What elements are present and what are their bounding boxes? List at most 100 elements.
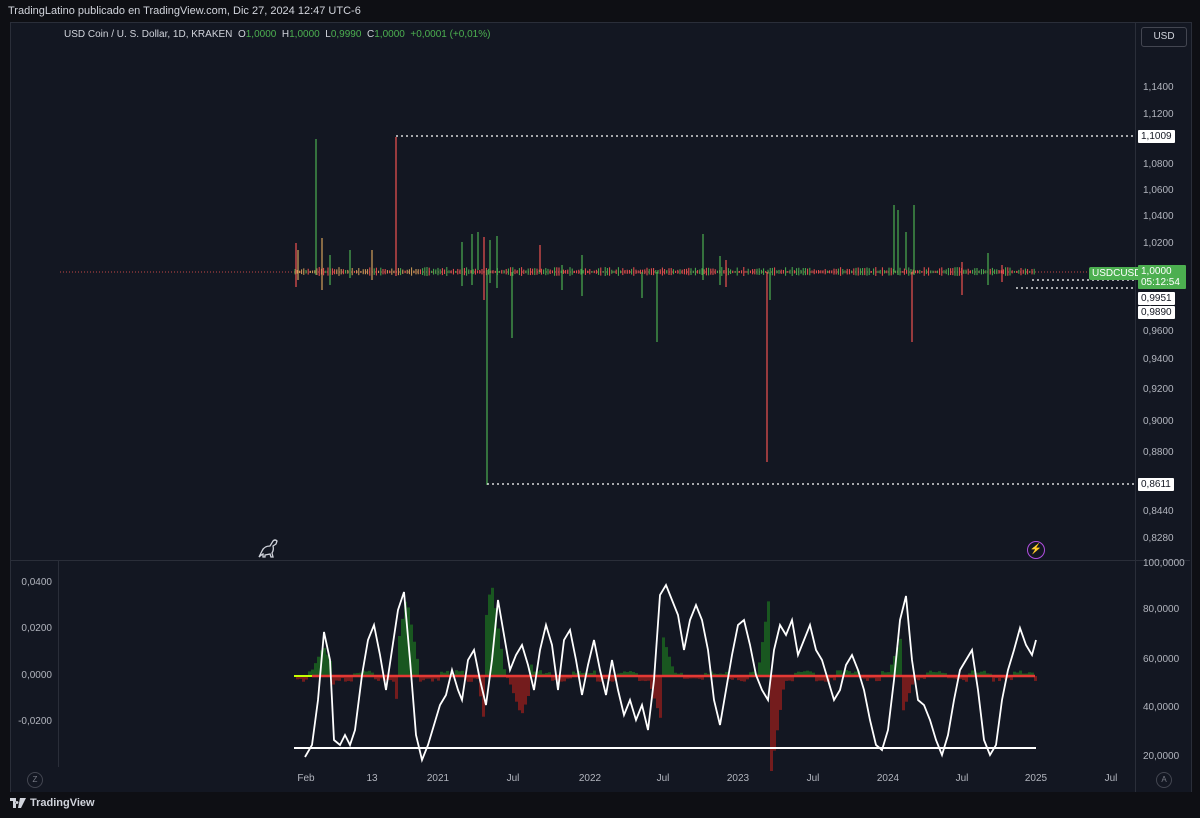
price-tick-label: 1,0600	[1143, 185, 1174, 196]
high-price-label: 1,1009	[1138, 130, 1175, 143]
current-price-value: 1,0000	[1141, 266, 1172, 277]
indicator-histogram-bar	[524, 676, 527, 705]
indicator-histogram-bar	[512, 676, 515, 694]
indicator-histogram-bar	[527, 676, 530, 696]
footer-bar	[0, 792, 1200, 818]
price-tick-label: 0,8800	[1143, 447, 1174, 458]
price-tick-label: 1,0400	[1143, 211, 1174, 222]
time-tick-label: Jul	[1105, 773, 1118, 784]
indicator-histogram-bar	[416, 658, 419, 676]
ticker-label: USDCUSD	[1089, 267, 1145, 280]
time-tick-label: Feb	[297, 773, 315, 784]
time-tick-label: 2024	[877, 773, 900, 784]
change-value: +0,0001 (+0,01%)	[410, 29, 491, 40]
tradingview-logo-icon	[10, 798, 26, 808]
symbol-name: USD Coin / U. S. Dollar, 1D, KRAKEN	[64, 29, 233, 40]
indicator-right-tick-label: 100,0000	[1143, 558, 1185, 569]
price-tick-label: 0,8280	[1143, 533, 1174, 544]
indicator-histogram-bar	[500, 648, 503, 676]
indicator-left-tick-label: 0,0000	[21, 670, 52, 681]
indicator-histogram-bar	[515, 676, 518, 702]
indicator-histogram-bar	[764, 621, 767, 676]
symbol-legend[interactable]: USD Coin / U. S. Dollar, 1D, KRAKEN O1,0…	[64, 29, 490, 40]
price-tick-label: 0,9200	[1143, 384, 1174, 395]
time-axis-auto-button[interactable]: A	[1156, 772, 1172, 788]
indicator-histogram-bar	[398, 636, 401, 676]
indicator-histogram-bar	[770, 676, 773, 771]
time-tick-label: 2022	[579, 773, 602, 784]
price-tick-label: 0,9000	[1143, 416, 1174, 427]
indicator-histogram-bar	[413, 641, 416, 676]
open-value: 1,0000	[245, 29, 277, 40]
indicator-left-tick-label: -0,0200	[18, 716, 52, 727]
open-label: O	[237, 29, 246, 40]
time-tick-label: Jul	[507, 773, 520, 784]
indicator-histogram-bar	[767, 601, 770, 676]
indicator-histogram-bar	[671, 666, 674, 676]
time-tick-label: 2023	[727, 773, 750, 784]
chart-canvas[interactable]: 1,1400 1,1200 1,0800 1,0600 1,0400 1,0200 0,98…	[0, 0, 1200, 818]
flash-icon[interactable]: ⚡	[1027, 541, 1045, 559]
indicator-histogram-bar	[659, 676, 662, 718]
price-tick-label: 0,9400	[1143, 354, 1174, 365]
indicator-histogram-bar	[890, 664, 893, 676]
indicator-histogram-bar	[761, 642, 764, 676]
price-tick-label: 1,0800	[1143, 159, 1174, 170]
price-candles	[60, 135, 1135, 485]
tradingview-brand[interactable]: TradingView	[10, 797, 95, 809]
time-tick-label: 13	[366, 773, 378, 784]
price-tick-label: 0,8440	[1143, 506, 1174, 517]
brand-name: TradingView	[30, 797, 95, 809]
indicator-histogram-bar	[905, 676, 908, 702]
time-axis-z-button[interactable]: Z	[27, 772, 43, 788]
time-tick-label: 2021	[427, 773, 450, 784]
indicator-histogram-bar	[485, 614, 488, 676]
indicator-histogram-bar	[488, 594, 491, 676]
indicator-histogram-bar	[332, 676, 335, 685]
line-price-label-2: 0,9890	[1138, 306, 1175, 319]
low-price-label: 0,8611	[1138, 478, 1174, 491]
indicator-plot	[294, 582, 1037, 771]
time-tick-label: Jul	[657, 773, 670, 784]
high-value: 1,0000	[289, 29, 320, 40]
indicator-right-tick-label: 80,0000	[1143, 604, 1180, 615]
indicator-histogram-bar	[497, 628, 500, 676]
indicator-histogram-bar	[908, 676, 911, 694]
indicator-left-tick-label: 0,0200	[21, 623, 52, 634]
time-axis-ticks: Feb 13 2021 Jul 2022 Jul 2023 Jul 2024 Jul 2025 Jul	[297, 773, 1117, 784]
indicator-histogram-bar	[662, 637, 665, 676]
time-tick-label: Jul	[956, 773, 969, 784]
price-tick-label: 1,1200	[1143, 109, 1174, 120]
close-value: 1,0000	[374, 29, 405, 40]
indicator-histogram-bar	[521, 676, 524, 714]
indicator-histogram-bar	[902, 676, 905, 711]
indicator-histogram-bar	[665, 647, 668, 676]
indicator-histogram-bar	[326, 654, 329, 676]
indicator-histogram-bar	[314, 663, 317, 676]
price-tick-label: 0,9600	[1143, 326, 1174, 337]
indicator-right-tick-label: 20,0000	[1143, 751, 1180, 762]
time-tick-label: Jul	[807, 773, 820, 784]
currency-button[interactable]: USD	[1141, 27, 1187, 47]
indicator-histogram-bar	[395, 676, 398, 699]
time-tick-label: 2025	[1025, 773, 1048, 784]
indicator-right-tick-label: 60,0000	[1143, 654, 1180, 665]
indicator-histogram-bar	[773, 676, 776, 751]
indicator-histogram-bar	[782, 676, 785, 690]
current-price-label: 1,0000 05:12:54	[1138, 265, 1186, 289]
low-value: 0,9990	[330, 29, 362, 40]
line-price-label-1: 0,9951	[1138, 292, 1175, 305]
indicator-histogram-bar	[323, 648, 326, 676]
indicator-histogram-bar	[656, 676, 659, 709]
indicator-histogram-bar	[401, 618, 404, 676]
indicator-histogram-bar	[776, 676, 779, 731]
indicator-histogram-bar	[779, 676, 782, 710]
dinosaur-icon[interactable]	[256, 537, 280, 564]
indicator-histogram-bar	[668, 656, 671, 676]
indicator-left-tick-label: 0,0400	[21, 577, 52, 588]
indicator-right-tick-label: 40,0000	[1143, 702, 1180, 713]
indicator-histogram-bar	[911, 676, 914, 685]
indicator-histogram-bar	[518, 676, 521, 711]
indicator-histogram-bar	[509, 676, 512, 685]
bar-countdown: 05:12:54	[1141, 277, 1180, 288]
